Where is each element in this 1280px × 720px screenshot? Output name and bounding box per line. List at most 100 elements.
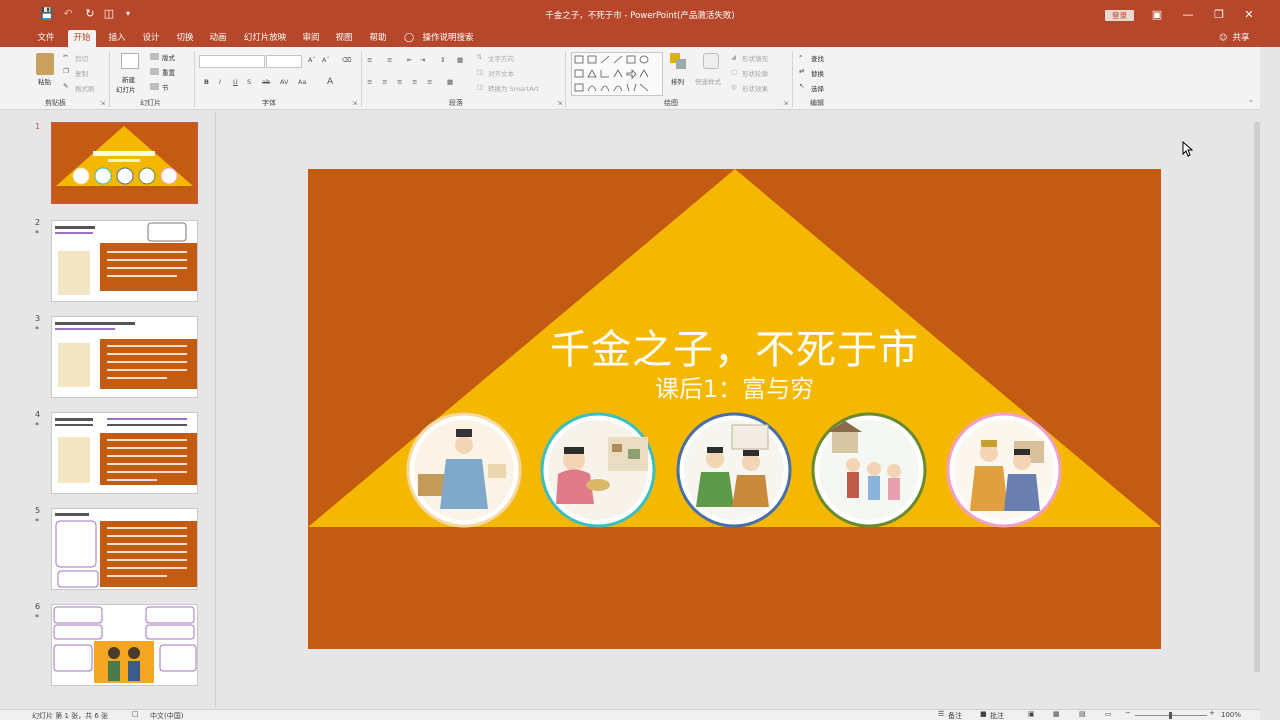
slideshow-view-icon[interactable]: ▭ bbox=[1105, 710, 1112, 718]
thumbnail-slide-1[interactable] bbox=[51, 122, 198, 204]
thumbnail-slide-6[interactable] bbox=[51, 604, 198, 686]
shape-fill-icon[interactable]: ◢ bbox=[731, 53, 736, 61]
distributed-icon[interactable]: ≡ bbox=[427, 78, 432, 86]
tab-view[interactable]: 视图 bbox=[330, 30, 358, 47]
reset-icon[interactable] bbox=[150, 68, 159, 75]
close-icon[interactable]: ✕ bbox=[1242, 8, 1256, 22]
shape-effects-button[interactable]: 形状效果 bbox=[742, 83, 768, 93]
clear-formatting-icon[interactable]: ⌫ bbox=[342, 56, 351, 64]
tab-home[interactable]: 开始 bbox=[68, 30, 96, 47]
format-painter-icon[interactable]: ✎ bbox=[63, 82, 68, 90]
select-icon[interactable]: ↖ bbox=[799, 82, 804, 90]
new-slide-icon[interactable] bbox=[121, 53, 139, 69]
share-button[interactable]: 共享 bbox=[1230, 30, 1252, 47]
tab-help[interactable]: 帮助 bbox=[364, 30, 392, 47]
font-launcher-icon[interactable]: ⇲ bbox=[352, 100, 357, 107]
layout-icon[interactable] bbox=[150, 53, 159, 60]
sign-in-button[interactable]: 登录 bbox=[1105, 10, 1134, 21]
copy-button[interactable]: 复制 bbox=[75, 68, 88, 78]
font-name-box[interactable] bbox=[199, 55, 265, 68]
shape-fill-button[interactable]: 形状填充 bbox=[742, 53, 768, 63]
start-from-beginning-icon[interactable]: ◫ bbox=[103, 8, 115, 20]
text-direction-icon[interactable]: ⇅ bbox=[477, 53, 482, 61]
minimize-icon[interactable]: — bbox=[1181, 8, 1195, 22]
decrease-indent-icon[interactable]: ⇤ bbox=[407, 56, 412, 64]
find-button[interactable]: 查找 bbox=[811, 53, 824, 63]
tab-review[interactable]: 审阅 bbox=[297, 30, 325, 47]
paragraph-launcher-icon[interactable]: ⇲ bbox=[557, 100, 562, 107]
language-status[interactable]: 中文(中国) bbox=[150, 711, 183, 720]
shape-outline-button[interactable]: 形状轮廓 bbox=[742, 68, 768, 78]
undo-icon[interactable]: ↶ bbox=[62, 8, 74, 20]
cut-icon[interactable]: ✂ bbox=[63, 52, 68, 60]
strikethrough-icon[interactable]: ab bbox=[262, 78, 270, 86]
normal-view-icon[interactable]: ▣ bbox=[1028, 710, 1035, 718]
find-icon[interactable]: ⌕ bbox=[799, 52, 803, 61]
justify-icon[interactable]: ≡ bbox=[412, 78, 417, 86]
slide-sorter-icon[interactable]: ▦ bbox=[1053, 710, 1060, 718]
font-size-box[interactable] bbox=[266, 55, 302, 68]
section-button[interactable]: 节 bbox=[162, 82, 169, 92]
thumbnail-slide-3[interactable] bbox=[51, 316, 198, 398]
shape-effects-icon[interactable]: ◎ bbox=[731, 83, 737, 91]
tab-transitions[interactable]: 切换 bbox=[171, 30, 199, 47]
comments-button[interactable]: 批注 bbox=[990, 711, 1004, 720]
notes-button[interactable]: 备注 bbox=[948, 711, 962, 720]
new-slide-label-1[interactable]: 新建 bbox=[122, 74, 135, 84]
cut-button[interactable]: 剪切 bbox=[75, 53, 88, 63]
align-center-icon[interactable]: ≡ bbox=[382, 78, 387, 86]
collapse-ribbon-icon[interactable]: ⌃ bbox=[1248, 99, 1254, 107]
replace-icon[interactable]: ⇄ bbox=[799, 67, 804, 75]
underline-icon[interactable]: U bbox=[233, 78, 238, 86]
align-text-icon[interactable]: ◫ bbox=[477, 68, 483, 76]
decrease-font-icon[interactable]: Aˇ bbox=[322, 56, 330, 64]
align-right-icon[interactable]: ≡ bbox=[397, 78, 402, 86]
notes-icon[interactable]: ☰ bbox=[938, 710, 944, 718]
slide-title[interactable]: 千金之子，不死于市 bbox=[308, 317, 1161, 375]
align-text-button[interactable]: 对齐文本 bbox=[488, 68, 514, 78]
zoom-slider[interactable] bbox=[1135, 712, 1207, 719]
new-slide-label-2[interactable]: 幻灯片 bbox=[116, 84, 136, 94]
drawing-launcher-icon[interactable]: ⇲ bbox=[783, 100, 788, 107]
tab-slideshow[interactable]: 幻灯片放映 bbox=[240, 30, 290, 47]
quick-styles-icon[interactable] bbox=[703, 53, 719, 69]
increase-font-icon[interactable]: Aˆ bbox=[308, 56, 316, 64]
tab-insert[interactable]: 插入 bbox=[103, 30, 131, 47]
bold-icon[interactable]: B bbox=[204, 78, 209, 86]
copy-icon[interactable]: ❐ bbox=[63, 67, 69, 75]
paste-icon[interactable] bbox=[36, 53, 54, 75]
slide-subtitle[interactable]: 课后1：富与穷 bbox=[308, 369, 1161, 404]
bullets-icon[interactable]: ≡ bbox=[367, 56, 372, 64]
arrange-icon[interactable] bbox=[670, 53, 688, 73]
layout-button[interactable]: 版式 bbox=[162, 52, 175, 62]
smartart-icon[interactable]: ◫ bbox=[477, 83, 483, 91]
section-icon[interactable] bbox=[150, 83, 159, 90]
zoom-in-icon[interactable]: + bbox=[1209, 709, 1215, 717]
vertical-scrollbar[interactable] bbox=[1254, 112, 1260, 708]
numbering-icon[interactable]: ≡ bbox=[387, 56, 392, 64]
thumbnail-slide-2[interactable] bbox=[51, 220, 198, 302]
font-color-icon[interactable]: A bbox=[327, 77, 333, 87]
convert-smartart-button[interactable]: 转换为 SmartArt bbox=[488, 83, 539, 93]
character-spacing-icon[interactable]: AV bbox=[280, 78, 288, 86]
italic-icon[interactable]: I bbox=[219, 78, 221, 86]
arrange-button[interactable]: 排列 bbox=[671, 76, 684, 86]
paste-button-label[interactable]: 粘贴 bbox=[38, 76, 51, 86]
spellcheck-icon[interactable]: □ bbox=[132, 710, 139, 718]
shapes-gallery[interactable] bbox=[571, 52, 663, 96]
shadow-icon[interactable]: S bbox=[247, 78, 251, 86]
align-left-icon[interactable]: ≡ bbox=[367, 78, 372, 86]
change-case-icon[interactable]: Aa bbox=[298, 78, 306, 86]
column-layout-icon[interactable]: ▦ bbox=[447, 78, 453, 86]
save-icon[interactable]: 💾 bbox=[40, 8, 54, 20]
slide-canvas[interactable]: 千金之子，不死于市 课后1：富与穷 bbox=[308, 169, 1161, 649]
tab-design[interactable]: 设计 bbox=[137, 30, 165, 47]
text-direction-button[interactable]: 文字方向 bbox=[488, 53, 514, 63]
line-spacing-icon[interactable]: ⇕ bbox=[440, 56, 445, 64]
zoom-out-icon[interactable]: − bbox=[1125, 709, 1131, 717]
customize-qat-icon[interactable]: ▾ bbox=[122, 8, 134, 20]
thumbnail-slide-5[interactable] bbox=[51, 508, 198, 590]
quick-styles-button[interactable]: 快速样式 bbox=[695, 76, 721, 86]
comments-icon[interactable]: ■ bbox=[980, 710, 987, 718]
redo-icon[interactable]: ↻ bbox=[84, 8, 96, 20]
